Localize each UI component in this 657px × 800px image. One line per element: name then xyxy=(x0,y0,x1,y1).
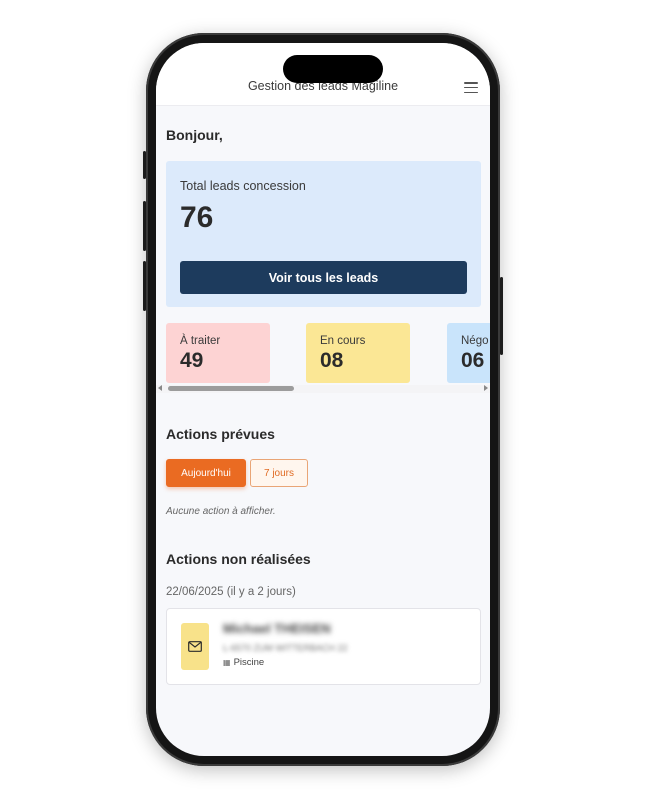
stat-label: En cours xyxy=(320,335,366,347)
volume-up-button xyxy=(143,201,146,251)
action-category: ▦ Piscine xyxy=(223,657,264,668)
planned-actions-title: Actions prévues xyxy=(166,426,275,442)
volume-down-button xyxy=(143,261,146,311)
phone-screen: Gestion des leads Magiline Bonjour, Tota… xyxy=(156,43,490,756)
hamburger-menu-icon[interactable] xyxy=(464,82,478,94)
total-leads-label: Total leads concession xyxy=(180,179,306,193)
phone-frame: Gestion des leads Magiline Bonjour, Tota… xyxy=(143,33,503,766)
view-all-leads-button[interactable]: Voir tous les leads xyxy=(180,261,467,294)
stat-value: 08 xyxy=(320,349,344,372)
action-date-label: 22/06/2025 (il y a 2 jours) xyxy=(166,586,296,598)
stat-value: 49 xyxy=(180,349,204,372)
unrealized-actions-title: Actions non réalisées xyxy=(166,551,311,567)
contact-address: L-6570 ZUM WITTERBACH 22 xyxy=(223,643,348,653)
stat-card-a-traiter[interactable]: À traiter 49 xyxy=(166,323,270,383)
scrollbar-thumb[interactable] xyxy=(168,386,294,391)
stat-label: Négo xyxy=(461,335,489,347)
filter-7-days-button[interactable]: 7 jours xyxy=(250,459,308,487)
total-leads-card: Total leads concession 76 Voir tous les … xyxy=(166,161,481,307)
action-item-card[interactable]: Michael THEISEN L-6570 ZUM WITTERBACH 22… xyxy=(166,608,481,685)
pool-icon: ▦ xyxy=(223,658,231,667)
stat-value: 06 xyxy=(461,349,485,372)
greeting: Bonjour, xyxy=(166,127,223,143)
dynamic-island xyxy=(283,55,383,83)
scroll-right-arrow-icon[interactable] xyxy=(484,385,488,391)
mute-switch xyxy=(143,151,146,179)
stat-card-nego[interactable]: Négo 06 xyxy=(447,323,490,383)
lead-status-carousel[interactable]: À traiter 49 En cours 08 Négo 06 xyxy=(156,323,490,395)
power-button xyxy=(500,277,503,355)
contact-name: Michael THEISEN xyxy=(223,621,331,636)
scroll-left-arrow-icon[interactable] xyxy=(158,385,162,391)
empty-actions-message: Aucune action à afficher. xyxy=(166,506,276,517)
stat-card-en-cours[interactable]: En cours 08 xyxy=(306,323,410,383)
category-label: Piscine xyxy=(233,657,265,668)
stat-label: À traiter xyxy=(180,335,221,347)
filter-today-button[interactable]: Aujourd'hui xyxy=(166,459,246,487)
total-leads-value: 76 xyxy=(180,201,214,234)
mail-icon xyxy=(181,623,209,670)
